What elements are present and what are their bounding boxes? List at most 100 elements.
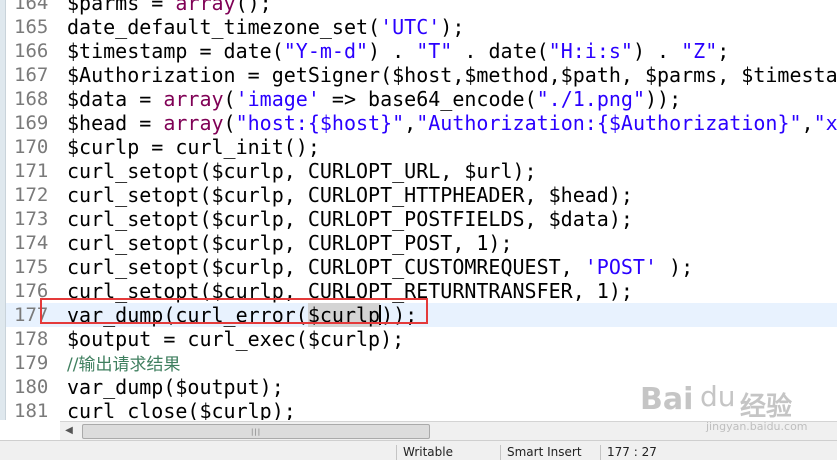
code-text: curl_setopt($curlp, CURLOPT_URL, $url); bbox=[67, 159, 537, 183]
code-line[interactable]: 164 $parms = array(); bbox=[6, 0, 837, 15]
code-token: curl_close($curlp); bbox=[67, 399, 296, 420]
scrollbar-grip-icon: ||| bbox=[251, 428, 262, 436]
status-writable: Writable bbox=[396, 445, 503, 460]
line-number: 179 bbox=[14, 352, 49, 374]
code-line[interactable]: 171 curl_setopt($curlp, CURLOPT_URL, $url… bbox=[6, 159, 837, 183]
line-number: 169 bbox=[14, 112, 49, 134]
code-token: array bbox=[163, 111, 224, 135]
code-text: $head = array("host:{$host}","Authorizat… bbox=[67, 111, 837, 135]
code-token: ( bbox=[223, 111, 236, 135]
code-token: $timestamp = date( bbox=[67, 39, 284, 63]
line-number: 171 bbox=[14, 160, 49, 182]
line-number: 165 bbox=[14, 16, 49, 38]
watermark-paw-icon: du bbox=[700, 380, 736, 413]
code-token: ) . bbox=[368, 39, 417, 63]
code-token: $output = curl_exec($curlp); bbox=[67, 327, 405, 351]
code-line[interactable]: 170 $curlp = curl_init(); bbox=[6, 135, 837, 159]
line-number: 181 bbox=[14, 400, 49, 420]
code-line[interactable]: 165 date_default_timezone_set('UTC'); bbox=[6, 15, 837, 39]
scrollbar-thumb[interactable]: ||| bbox=[82, 424, 430, 439]
code-line[interactable]: 169 $head = array("host:{$host}","Authori… bbox=[6, 111, 837, 135]
code-token: $parms = bbox=[67, 0, 176, 15]
code-token: 'image' bbox=[235, 87, 320, 111]
code-token: )); bbox=[645, 87, 682, 111]
code-token: $curlp = curl_init(); bbox=[67, 135, 320, 159]
code-token: date_default_timezone_set( bbox=[67, 15, 381, 39]
code-token: curl_setopt($curlp, CURLOPT_URL, $url); bbox=[67, 159, 537, 183]
watermark-url: jingyan.baidu.com bbox=[706, 420, 808, 433]
code-token: $Authorization = getSigner($host,$method… bbox=[67, 63, 837, 87]
code-text: $data = array('image' => base64_encode("… bbox=[67, 87, 681, 111]
code-token: ); bbox=[657, 255, 694, 279]
code-line[interactable]: 178 $output = curl_exec($curlp); bbox=[6, 327, 837, 351]
code-token: 'UTC' bbox=[380, 15, 441, 39]
code-token: curl_setopt($curlp, CURLOPT_POST, 1); bbox=[67, 231, 513, 255]
code-text: curl_setopt($curlp, CURLOPT_CUSTOMREQUES… bbox=[67, 255, 693, 279]
code-text: date_default_timezone_set('UTC'); bbox=[67, 15, 464, 39]
line-number: 172 bbox=[14, 184, 49, 206]
code-token: array bbox=[163, 87, 224, 111]
code-token: $data = bbox=[67, 87, 164, 111]
code-line[interactable]: 168 $data = array('image' => base64_encod… bbox=[6, 87, 837, 111]
code-token: "Authorization:{$Authorization}" bbox=[416, 111, 802, 135]
line-number: 167 bbox=[14, 64, 49, 86]
code-token: curl_setopt($curlp, CURLOPT_POSTFIELDS, … bbox=[67, 207, 633, 231]
code-token: var_dump($output); bbox=[67, 375, 284, 399]
scroll-left-arrow-icon[interactable]: ◀ bbox=[62, 424, 76, 438]
line-number: 164 bbox=[14, 0, 49, 14]
code-text: //输出请求结果 bbox=[67, 351, 180, 377]
baidu-jingyan-watermark: Bai du 经验 jingyan.baidu.com bbox=[640, 378, 830, 440]
line-number: 173 bbox=[14, 208, 49, 230]
code-token: "Y-m-d" bbox=[283, 39, 369, 63]
code-token: //输出请求结果 bbox=[67, 355, 181, 375]
code-text: $output = curl_exec($curlp); bbox=[67, 327, 404, 351]
code-line[interactable]: 179 //输出请求结果 bbox=[6, 351, 837, 375]
code-token: array bbox=[175, 0, 236, 15]
code-token: "./1.png" bbox=[536, 87, 646, 111]
watermark-brand: Bai bbox=[640, 382, 694, 417]
code-text: curl_setopt($curlp, CURLOPT_POST, 1); bbox=[67, 231, 513, 255]
code-token: "Z" bbox=[681, 39, 718, 63]
line-number: 166 bbox=[14, 40, 49, 62]
code-token: "host:{$host}" bbox=[235, 111, 405, 135]
code-token: "H:i:s" bbox=[548, 39, 633, 63]
status-cursor-position: 177 : 27 bbox=[600, 445, 707, 460]
status-bar: Writable Smart Insert 177 : 27 bbox=[0, 440, 837, 460]
line-number: 175 bbox=[14, 256, 49, 278]
watermark-cn-label: 经验 bbox=[740, 392, 793, 422]
code-token: ( bbox=[223, 87, 236, 111]
code-text: var_dump($output); bbox=[67, 375, 284, 399]
line-number: 170 bbox=[14, 136, 49, 158]
line-number: 178 bbox=[14, 328, 49, 350]
code-editor[interactable]: 164 $parms = array(); 165 date_default_time… bbox=[0, 0, 837, 420]
code-line[interactable]: 173 curl_setopt($curlp, CURLOPT_POSTFIELD… bbox=[6, 207, 837, 231]
code-token: ) . bbox=[632, 39, 682, 63]
code-token: (); bbox=[235, 0, 272, 15]
line-number: 174 bbox=[14, 232, 49, 254]
code-line[interactable]: 175 curl_setopt($curlp, CURLOPT_CUSTOMREQ… bbox=[6, 255, 837, 279]
code-line[interactable]: 167 $Authorization = getSigner($host,$met… bbox=[6, 63, 837, 87]
code-token: ); bbox=[440, 15, 465, 39]
line-number: 168 bbox=[14, 88, 49, 110]
code-token: "T" bbox=[416, 39, 453, 63]
code-token: , bbox=[801, 111, 814, 135]
code-text: $timestamp = date("Y-m-d") . "T" . date(… bbox=[67, 39, 729, 63]
code-token: curl_setopt($curlp, CURLOPT_HTTPHEADER, … bbox=[67, 183, 633, 207]
code-line[interactable]: 166 $timestamp = date("Y-m-d") . "T" . da… bbox=[6, 39, 837, 63]
code-token: "x bbox=[813, 111, 837, 135]
code-text: curl_close($curlp); bbox=[67, 399, 296, 420]
code-token: $head = bbox=[67, 111, 164, 135]
annotation-highlight-box bbox=[40, 298, 428, 324]
code-token: , bbox=[404, 111, 417, 135]
line-number: 180 bbox=[14, 376, 49, 398]
code-text: $curlp = curl_init(); bbox=[67, 135, 320, 159]
code-text: $Authorization = getSigner($host,$method… bbox=[67, 63, 837, 87]
code-token: curl_setopt($curlp, CURLOPT_CUSTOMREQUES… bbox=[67, 255, 585, 279]
status-insert-mode: Smart Insert bbox=[500, 445, 603, 460]
code-line[interactable]: 172 curl_setopt($curlp, CURLOPT_HTTPHEADE… bbox=[6, 183, 837, 207]
code-text: curl_setopt($curlp, CURLOPT_HTTPHEADER, … bbox=[67, 183, 633, 207]
code-line[interactable]: 174 curl_setopt($curlp, CURLOPT_POST, 1); bbox=[6, 231, 837, 255]
code-token: . date( bbox=[452, 39, 549, 63]
code-text: curl_setopt($curlp, CURLOPT_POSTFIELDS, … bbox=[67, 207, 633, 231]
code-token: ; bbox=[717, 39, 730, 63]
